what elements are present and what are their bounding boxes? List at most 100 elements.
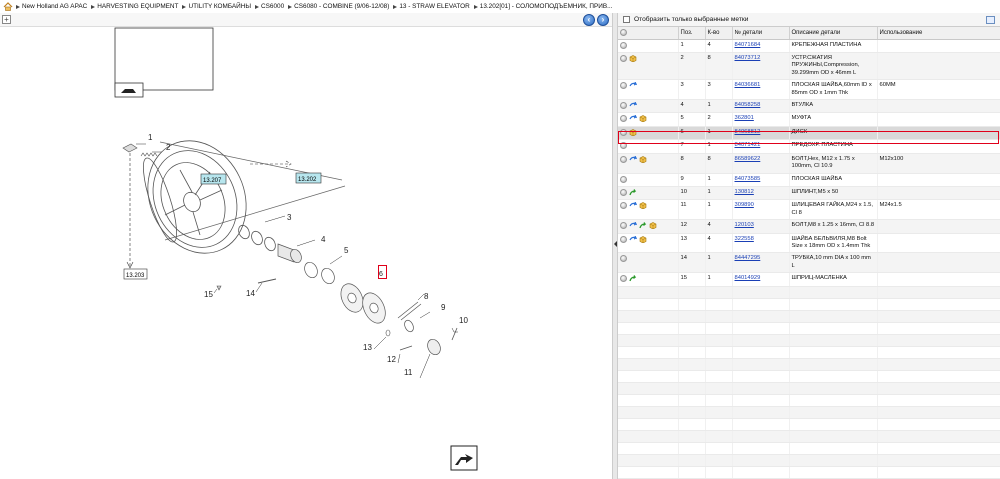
callout-5[interactable]: 5 xyxy=(344,246,349,255)
part-number-link[interactable]: 84014929 xyxy=(735,275,761,281)
callout-3[interactable]: 3 xyxy=(287,213,292,222)
info-icon[interactable] xyxy=(620,188,627,196)
kit-box-icon[interactable] xyxy=(639,115,647,123)
part-number-link[interactable]: 84073712 xyxy=(735,55,761,61)
table-row[interactable]: 5 2 362801 МУФТА xyxy=(618,112,1000,127)
kit-box-icon[interactable] xyxy=(649,222,657,230)
table-row[interactable]: 7 1 84071421 ПРЕДОХР. ПЛАСТИНА xyxy=(618,139,1000,154)
kit-box-icon[interactable] xyxy=(639,235,647,243)
table-row[interactable]: 8 8 86589622 БОЛТ,Hex, M12 x 1.75 x 100mm, … xyxy=(618,153,1000,174)
info-icon[interactable] xyxy=(620,41,627,49)
header-pos[interactable]: Поз. xyxy=(678,27,706,40)
kit-box-icon[interactable] xyxy=(639,202,647,210)
green-arrow-icon[interactable] xyxy=(639,222,647,229)
replacement-arrow-icon[interactable] xyxy=(629,155,637,163)
replacement-arrow-icon[interactable] xyxy=(629,202,637,209)
header-part-no[interactable]: № детали xyxy=(732,27,790,40)
next-page-button[interactable]: › xyxy=(597,14,609,26)
breadcrumb-item-category[interactable]: HARVESTING EQUIPMENT xyxy=(97,3,178,10)
breadcrumb-item-type[interactable]: UTILITY КОМБАЙНЫ xyxy=(188,3,251,10)
kit-box-icon[interactable] xyxy=(629,55,637,62)
table-row[interactable]: 10 1 130812 ШПЛИНТ,М5 x 50 xyxy=(618,186,1000,201)
part-number-link[interactable]: 120103 xyxy=(735,222,754,228)
header-description[interactable]: Описание детали xyxy=(789,27,878,40)
info-icon[interactable] xyxy=(620,235,627,243)
callout-4[interactable]: 4 xyxy=(321,235,326,244)
breadcrumb-item-page[interactable]: 13.202[01] - СОЛОМОПОДЪЕМНИК, ПРИВ... xyxy=(480,3,613,10)
kit-box-icon[interactable] xyxy=(639,155,647,163)
collapse-arrow-icon[interactable] xyxy=(614,241,617,247)
part-number-link[interactable]: 84073585 xyxy=(735,176,761,182)
green-arrow-icon[interactable] xyxy=(629,189,637,196)
table-row[interactable]: 11 1 309890 ШЛИЦЕВАЯ ГАЙКА,M24 x 1.5, Cl 8M… xyxy=(618,199,1000,221)
green-arrow-icon[interactable] xyxy=(629,275,637,282)
next-view-icon[interactable] xyxy=(450,445,478,471)
callout-13[interactable]: 13 xyxy=(363,343,372,352)
list-view-icon[interactable] xyxy=(986,16,995,24)
info-icon[interactable] xyxy=(620,202,627,210)
part-number-link[interactable]: 86589622 xyxy=(735,156,761,162)
callout-6[interactable]: 6 xyxy=(379,271,383,278)
ref-label-13202[interactable]: 13.202 xyxy=(298,177,317,183)
info-icon[interactable] xyxy=(620,275,627,283)
table-row[interactable]: 6 1 84068812 ДИСК xyxy=(618,126,1000,141)
replacement-arrow-icon[interactable] xyxy=(629,82,637,89)
info-icon[interactable] xyxy=(620,101,627,109)
callout-14[interactable]: 14 xyxy=(246,289,255,298)
replacement-arrow-icon[interactable] xyxy=(629,222,637,229)
info-icon[interactable] xyxy=(620,255,627,263)
part-number-link[interactable]: 362801 xyxy=(735,115,754,121)
header-usage[interactable]: Использование xyxy=(877,27,1000,40)
diagram-thumbnail[interactable] xyxy=(114,27,214,98)
part-number-link[interactable]: 84071684 xyxy=(735,42,761,48)
table-row[interactable]: 12 4 120103 БОЛТ,М8 x 1.25 x 16mm, Cl 8.8 xyxy=(618,219,1000,234)
home-icon[interactable] xyxy=(3,2,13,11)
part-number-link[interactable]: 84058258 xyxy=(735,102,761,108)
kit-box-icon[interactable] xyxy=(629,129,637,136)
replacement-arrow-icon[interactable] xyxy=(629,101,637,109)
table-row[interactable]: 15 1 84014929 ШПРИЦ-МАСЛЕНКА xyxy=(618,272,1000,287)
part-number-link[interactable]: 84068812 xyxy=(735,129,761,135)
replacement-arrow-icon[interactable] xyxy=(629,235,637,243)
part-number-link[interactable]: 322558 xyxy=(735,236,754,242)
ref-label-13207[interactable]: 13.207 xyxy=(203,178,222,184)
breadcrumb-item-section[interactable]: 13 - STRAW ELEVATOR xyxy=(399,3,469,10)
part-number-link[interactable]: 309890 xyxy=(735,202,754,208)
table-row[interactable]: 1 4 84071684 КРЕПЕЖНАЯ ПЛАСТИНА xyxy=(618,39,1000,53)
callout-1[interactable]: 1 xyxy=(148,133,153,142)
table-row[interactable]: 4 1 84058258 ВТУЛКА xyxy=(618,99,1000,114)
info-icon[interactable] xyxy=(620,115,627,123)
callout-9[interactable]: 9 xyxy=(441,303,446,312)
header-qty[interactable]: К-во xyxy=(705,27,733,40)
callout-11[interactable]: 11 xyxy=(404,368,413,377)
table-row[interactable]: 13 4 322558 ШАЙБА БЕЛЬВИЛЯ,M8 Bolt Size x 1… xyxy=(618,233,1000,254)
part-number-link[interactable]: 84447295 xyxy=(735,255,761,261)
breadcrumb-item-series[interactable]: CS6000 xyxy=(261,3,284,10)
callout-2[interactable]: 2 xyxy=(166,143,171,152)
ref-label-13203[interactable]: 13.203 xyxy=(126,273,145,279)
breadcrumb-item-brand[interactable]: New Holland AG APAC xyxy=(22,3,87,10)
zoom-icon[interactable]: + xyxy=(2,15,11,24)
info-icon[interactable] xyxy=(620,128,627,136)
info-icon[interactable] xyxy=(620,175,627,183)
table-row[interactable]: 2 8 84073712 УСТР.СЖАТИЯ ПРУЖИНЫ,Compressio… xyxy=(618,52,1000,81)
prev-page-button[interactable]: ‹ xyxy=(583,14,595,26)
part-number-link[interactable]: 84036681 xyxy=(735,82,761,88)
info-icon[interactable] xyxy=(620,54,627,62)
callout-8[interactable]: 8 xyxy=(424,292,429,301)
callout-12[interactable]: 12 xyxy=(387,355,396,364)
callout-15[interactable]: 15 xyxy=(204,290,213,299)
replacement-arrow-icon[interactable] xyxy=(629,115,637,122)
show-selected-checkbox[interactable] xyxy=(623,16,630,23)
breadcrumb-item-model[interactable]: CS6080 - COMBINE (9/06-12/08) xyxy=(294,3,389,10)
table-row[interactable]: 3 3 84036681 ПЛОСКАЯ ШАЙБА,60mm ID x 85mm O… xyxy=(618,79,1000,100)
info-icon[interactable] xyxy=(620,155,627,163)
table-row[interactable]: 9 1 84073585 ПЛОСКАЯ ШАЙБА xyxy=(618,173,1000,187)
callout-10[interactable]: 10 xyxy=(459,316,468,325)
info-icon[interactable] xyxy=(620,142,627,150)
part-number-link[interactable]: 84071421 xyxy=(735,142,761,148)
info-icon[interactable] xyxy=(620,222,627,230)
table-row[interactable]: 14 1 84447295 ТРУБКА,10 mm DIA x 100 mm L xyxy=(618,252,1000,274)
part-number-link[interactable]: 130812 xyxy=(735,189,754,195)
info-icon[interactable] xyxy=(620,82,627,90)
